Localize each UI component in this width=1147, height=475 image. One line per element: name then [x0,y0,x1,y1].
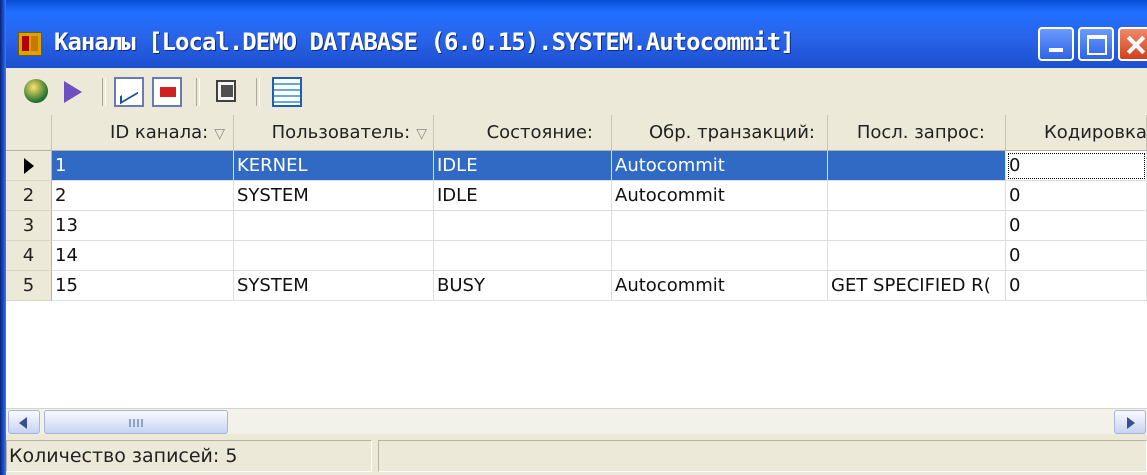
scroll-left-icon[interactable] [8,410,40,434]
close-button[interactable] [1118,27,1147,61]
chart-icon[interactable] [114,77,144,107]
table-icon[interactable] [272,77,302,107]
cell-channel-id[interactable]: 14 [52,241,234,271]
sort-icon[interactable]: ▽ [416,116,427,150]
run-arrow-icon[interactable] [58,77,88,107]
sort-icon[interactable]: ▽ [214,116,225,150]
cell-channel-id[interactable]: 15 [52,271,234,301]
column-header-user[interactable]: Пользователь: ▽ [234,115,434,151]
row-number[interactable]: 3 [6,211,52,241]
toolbar-separator [102,78,106,106]
cell-channel-id[interactable]: 1 [52,151,234,181]
cell-transaction-mode[interactable] [612,241,828,271]
table-row[interactable]: 1 KERNEL IDLE Autocommit 0 [6,151,1147,181]
channels-window: Каналы [Local.DEMO DATABASE (6.0.15).SYS… [0,0,1147,475]
column-label: Кодировка [1044,122,1147,143]
corner-header [6,115,52,151]
column-label: Пользователь: [271,122,411,143]
toolbar-separator [196,78,200,106]
cell-encoding[interactable]: 0 [1006,181,1147,211]
channels-grid[interactable]: ID канала: ▽ Пользователь: ▽ Состояние: Об… [6,115,1147,408]
cell-channel-id[interactable]: 2 [52,181,234,211]
column-header-last-query[interactable]: Посл. запрос: [828,115,1006,151]
toolbar-separator [256,78,260,106]
cell-transaction-mode[interactable]: Autocommit [612,271,828,301]
column-label: ID канала: [110,122,209,143]
minimize-button[interactable] [1038,27,1074,61]
table-row[interactable]: 4 14 0 [6,241,1147,271]
cell-encoding[interactable]: 0 [1006,151,1147,181]
app-icon[interactable] [18,32,42,56]
scroll-right-icon[interactable] [1114,410,1146,434]
column-header-state[interactable]: Состояние: [434,115,612,151]
cell-state[interactable] [434,211,612,241]
cell-encoding[interactable]: 0 [1006,241,1147,271]
cell-last-query[interactable] [828,241,1006,271]
cell-last-query[interactable] [828,151,1006,181]
cell-transaction-mode[interactable]: Autocommit [612,181,828,211]
table-row[interactable]: 3 13 0 [6,211,1147,241]
cell-encoding[interactable]: 0 [1006,271,1147,301]
stop-icon[interactable] [152,77,182,107]
cell-transaction-mode[interactable]: Autocommit [612,151,828,181]
table-row[interactable]: 2 2 SYSTEM IDLE Autocommit 0 [6,181,1147,211]
row-pointer-icon [23,158,34,174]
column-header-encoding[interactable]: Кодировка [1006,115,1147,151]
cell-state[interactable]: IDLE [434,151,612,181]
window-title: Каналы [Local.DEMO DATABASE (6.0.15).SYS… [54,28,795,56]
status-pane [378,440,1147,472]
row-number[interactable]: 5 [6,271,52,301]
toolbar [6,68,1147,116]
row-number[interactable]: 4 [6,241,52,271]
cell-last-query[interactable]: GET SPECIFIED R( [828,271,1006,301]
cell-channel-id[interactable]: 13 [52,211,234,241]
current-row-indicator[interactable] [6,151,52,181]
cell-user[interactable]: KERNEL [234,151,434,181]
column-label: Посл. запрос: [856,122,985,143]
column-header-transaction-mode[interactable]: Обр. транзакций: [612,115,828,151]
properties-icon[interactable] [212,77,242,107]
title-bar[interactable]: Каналы [Local.DEMO DATABASE (6.0.15).SYS… [6,0,1147,68]
horizontal-scrollbar[interactable] [6,408,1147,435]
status-bar: Количество записей: 5 [6,434,1147,475]
cell-user[interactable]: SYSTEM [234,271,434,301]
cell-transaction-mode[interactable] [612,211,828,241]
cell-encoding[interactable]: 0 [1006,211,1147,241]
record-count: Количество записей: 5 [6,440,372,472]
row-number[interactable]: 2 [6,181,52,211]
cell-state[interactable] [434,241,612,271]
refresh-globe-icon[interactable] [22,77,52,107]
cell-last-query[interactable] [828,181,1006,211]
table-row[interactable]: 5 15 SYSTEM BUSY Autocommit GET SPECIFIE… [6,271,1147,301]
column-label: Обр. транзакций: [648,122,815,143]
cell-user[interactable]: SYSTEM [234,181,434,211]
column-label: Состояние: [486,122,593,143]
maximize-button[interactable] [1078,27,1114,61]
scrollbar-thumb[interactable] [44,410,228,434]
cell-last-query[interactable] [828,211,1006,241]
cell-state[interactable]: BUSY [434,271,612,301]
cell-user[interactable] [234,211,434,241]
column-header-channel-id[interactable]: ID канала: ▽ [52,115,234,151]
cell-state[interactable]: IDLE [434,181,612,211]
cell-user[interactable] [234,241,434,271]
